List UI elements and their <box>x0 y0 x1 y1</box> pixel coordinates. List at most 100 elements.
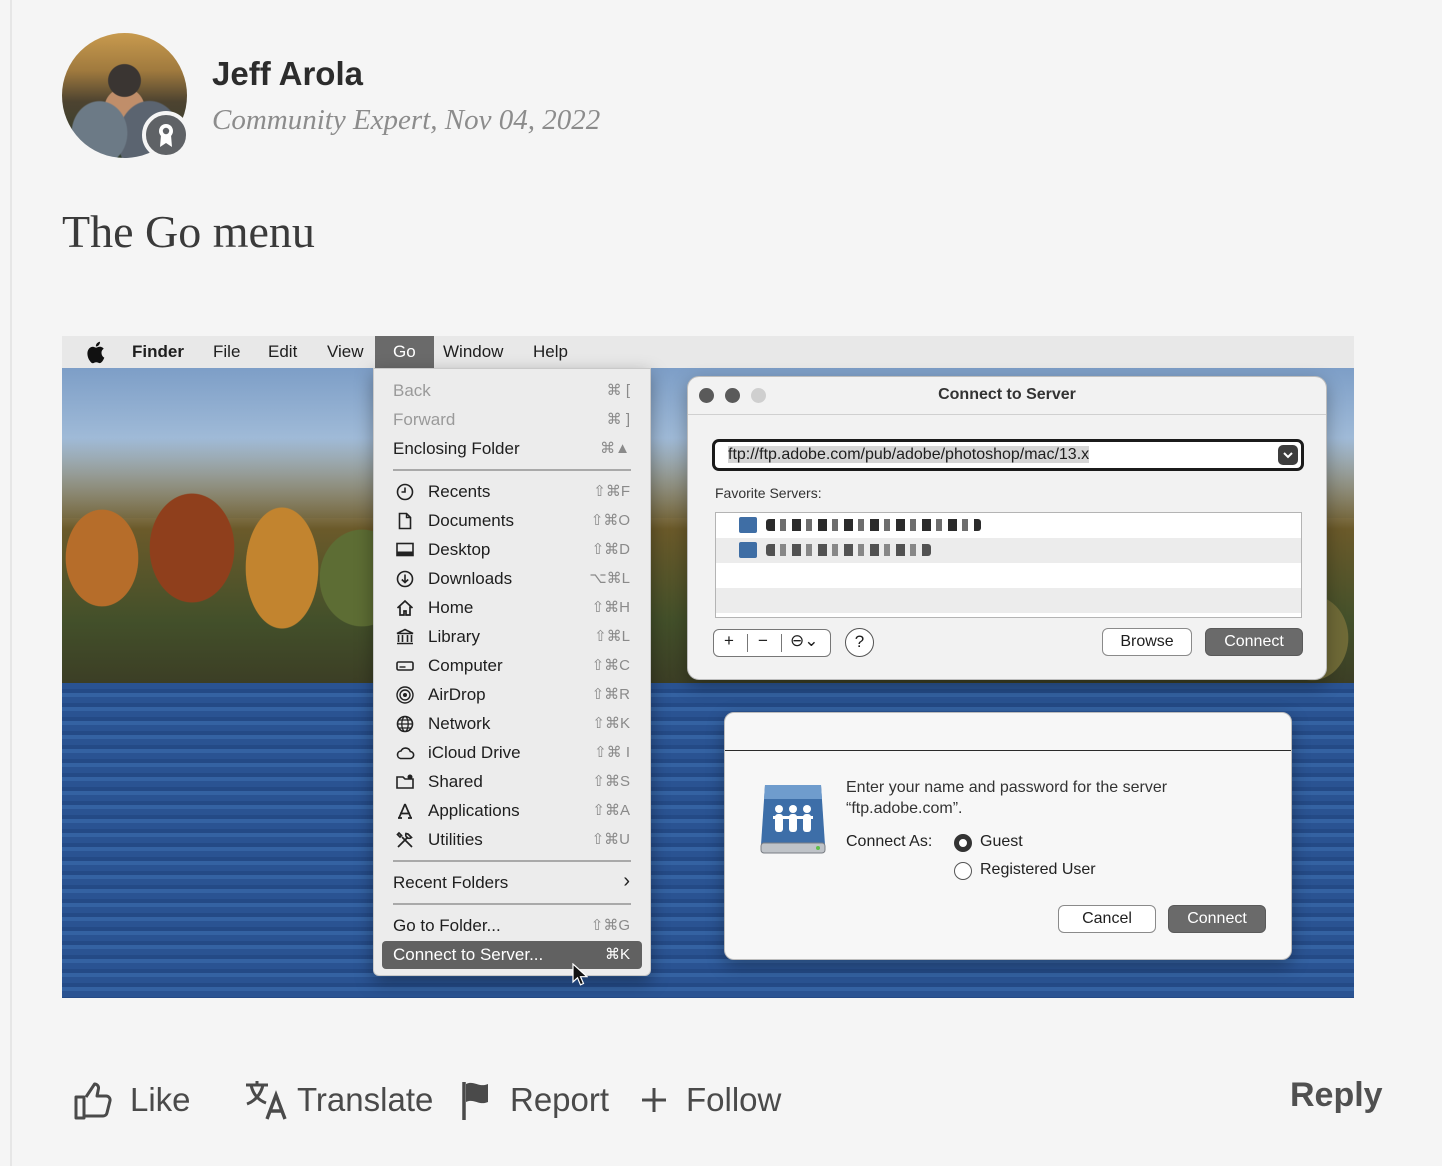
help-button[interactable]: ? <box>845 628 874 657</box>
apple-logo-icon <box>87 341 105 364</box>
flag-icon <box>462 1082 488 1120</box>
menu-edit[interactable]: Edit <box>268 336 297 368</box>
browse-button[interactable]: Browse <box>1102 628 1192 656</box>
menu-file[interactable]: File <box>213 336 240 368</box>
author-name[interactable]: Jeff Arola <box>212 55 363 93</box>
menu-item-recent-folders[interactable]: Recent Folders › <box>382 869 642 897</box>
menu-item-label: Shared <box>428 772 483 791</box>
home-icon <box>396 599 414 616</box>
server-icon <box>739 517 757 533</box>
menu-go[interactable]: Go <box>375 336 434 368</box>
favorite-servers-list[interactable] <box>715 512 1302 618</box>
menu-item-desktop[interactable]: Desktop ⇧⌘D <box>382 536 642 564</box>
connect-button[interactable]: Connect <box>1168 905 1266 933</box>
menu-item-connect-to-server[interactable]: Connect to Server... ⌘K <box>382 941 642 969</box>
menu-item-back[interactable]: Back ⌘ [ <box>382 377 642 405</box>
follow-button[interactable]: Follow <box>640 1070 781 1130</box>
guest-radio[interactable] <box>954 834 972 852</box>
chevron-down-icon[interactable] <box>1278 445 1298 465</box>
menu-item-home[interactable]: Home ⇧⌘H <box>382 594 642 622</box>
menu-separator <box>393 469 631 471</box>
translate-label: Translate <box>297 1081 434 1118</box>
menu-item-shortcut: ⌘K <box>604 946 630 963</box>
cancel-button[interactable]: Cancel <box>1058 905 1156 933</box>
menu-item-label: Enclosing Folder <box>393 439 520 458</box>
remove-server-button[interactable]: − <box>758 631 768 651</box>
menu-item-icloud-drive[interactable]: iCloud Drive ⇧⌘ I <box>382 739 642 767</box>
menu-separator <box>393 903 631 905</box>
menu-item-enclosing-folder[interactable]: Enclosing Folder ⌘▲ <box>382 435 642 463</box>
authentication-dialog: Enter your name and password for the ser… <box>724 712 1292 960</box>
menu-item-shared[interactable]: Shared ⇧⌘S <box>382 768 642 796</box>
connect-button[interactable]: Connect <box>1205 628 1303 656</box>
menu-item-label: AirDrop <box>428 685 486 704</box>
follow-label: Follow <box>686 1081 782 1118</box>
menu-item-shortcut: ⌘▲ <box>600 440 630 457</box>
like-label: Like <box>130 1081 191 1118</box>
menu-item-shortcut: ⇧⌘H <box>591 599 630 616</box>
post-image: Finder File Edit View Go Window Help Bac… <box>62 336 1354 998</box>
menu-item-library[interactable]: Library ⇧⌘L <box>382 623 642 651</box>
more-options-button[interactable]: ⊖⌄ <box>790 631 819 651</box>
menu-item-shortcut: ⇧⌘U <box>591 831 630 848</box>
menu-item-recents[interactable]: Recents ⇧⌘F <box>382 478 642 506</box>
author-meta: Community Expert, Nov 04, 2022 <box>212 104 601 136</box>
menu-item-shortcut: ⇧⌘G <box>590 917 630 934</box>
post-title: The Go menu <box>62 206 315 257</box>
menu-item-label: Computer <box>428 656 503 675</box>
menu-finder[interactable]: Finder <box>132 336 184 368</box>
list-item <box>716 563 1301 588</box>
menu-item-label: Connect to Server... <box>393 945 544 964</box>
translate-button[interactable]: Translate <box>243 1070 433 1130</box>
menu-item-downloads[interactable]: Downloads ⌥⌘L <box>382 565 642 593</box>
menu-item-utilities[interactable]: Utilities ⇧⌘U <box>382 826 642 854</box>
server-address-value: ftp://ftp.adobe.com/pub/adobe/photoshop/… <box>728 446 1090 463</box>
list-item[interactable] <box>716 513 1301 538</box>
network-server-icon <box>760 785 826 854</box>
post-actions: Like Translate Report Follow <box>0 1070 1442 1130</box>
list-item <box>716 588 1301 613</box>
favorite-servers-label: Favorite Servers: <box>715 485 822 501</box>
registered-user-radio[interactable] <box>954 862 972 880</box>
menu-item-airdrop[interactable]: AirDrop ⇧⌘R <box>382 681 642 709</box>
menu-item-shortcut: ⇧⌘F <box>593 483 630 500</box>
menu-help[interactable]: Help <box>533 336 568 368</box>
menu-item-label: iCloud Drive <box>428 743 521 762</box>
redacted-server-name <box>766 519 981 531</box>
desktop-icon <box>396 542 414 557</box>
menu-item-label: Recent Folders <box>393 873 509 892</box>
menu-item-label: Network <box>428 714 491 733</box>
menu-item-forward[interactable]: Forward ⌘ ] <box>382 406 642 434</box>
menu-item-shortcut: ⇧⌘A <box>592 802 630 819</box>
report-button[interactable]: Report <box>460 1070 609 1130</box>
menu-view[interactable]: View <box>327 336 364 368</box>
registered-user-option-label[interactable]: Registered User <box>980 861 1096 879</box>
reply-button[interactable]: Reply <box>1290 1076 1383 1115</box>
menu-window[interactable]: Window <box>443 336 503 368</box>
redacted-server-name <box>766 544 931 556</box>
like-button[interactable]: Like <box>72 1070 191 1130</box>
toolbar-divider <box>781 634 782 652</box>
menu-item-shortcut: ⌘ ] <box>606 411 630 428</box>
menu-item-shortcut: ⇧⌘C <box>591 657 630 674</box>
favorites-toolbar: + − ⊖⌄ <box>713 629 831 657</box>
thumbs-up-icon <box>74 1082 112 1120</box>
menu-item-go-to-folder[interactable]: Go to Folder... ⇧⌘G <box>382 912 642 940</box>
server-address-field[interactable]: ftp://ftp.adobe.com/pub/adobe/photoshop/… <box>712 439 1304 471</box>
menu-item-label: Downloads <box>428 569 513 588</box>
add-server-button[interactable]: + <box>724 631 734 651</box>
auth-message-line1: Enter your name and password for the ser… <box>846 779 1168 796</box>
mouse-pointer-icon <box>572 963 588 986</box>
menu-item-label: Applications <box>428 801 520 820</box>
menu-item-applications[interactable]: Applications ⇧⌘A <box>382 797 642 825</box>
list-item[interactable] <box>716 538 1301 563</box>
menu-item-computer[interactable]: Computer ⇧⌘C <box>382 652 642 680</box>
menu-item-label: Utilities <box>428 830 483 849</box>
menu-item-network[interactable]: Network ⇧⌘K <box>382 710 642 738</box>
menu-item-documents[interactable]: Documents ⇧⌘O <box>382 507 642 535</box>
menu-item-shortcut: ⇧⌘K <box>592 715 630 732</box>
mac-menubar: Finder File Edit View Go Window Help <box>62 336 1354 368</box>
download-icon <box>396 570 414 588</box>
connect-as-label: Connect As: <box>846 833 933 850</box>
guest-option-label[interactable]: Guest <box>980 833 1023 851</box>
